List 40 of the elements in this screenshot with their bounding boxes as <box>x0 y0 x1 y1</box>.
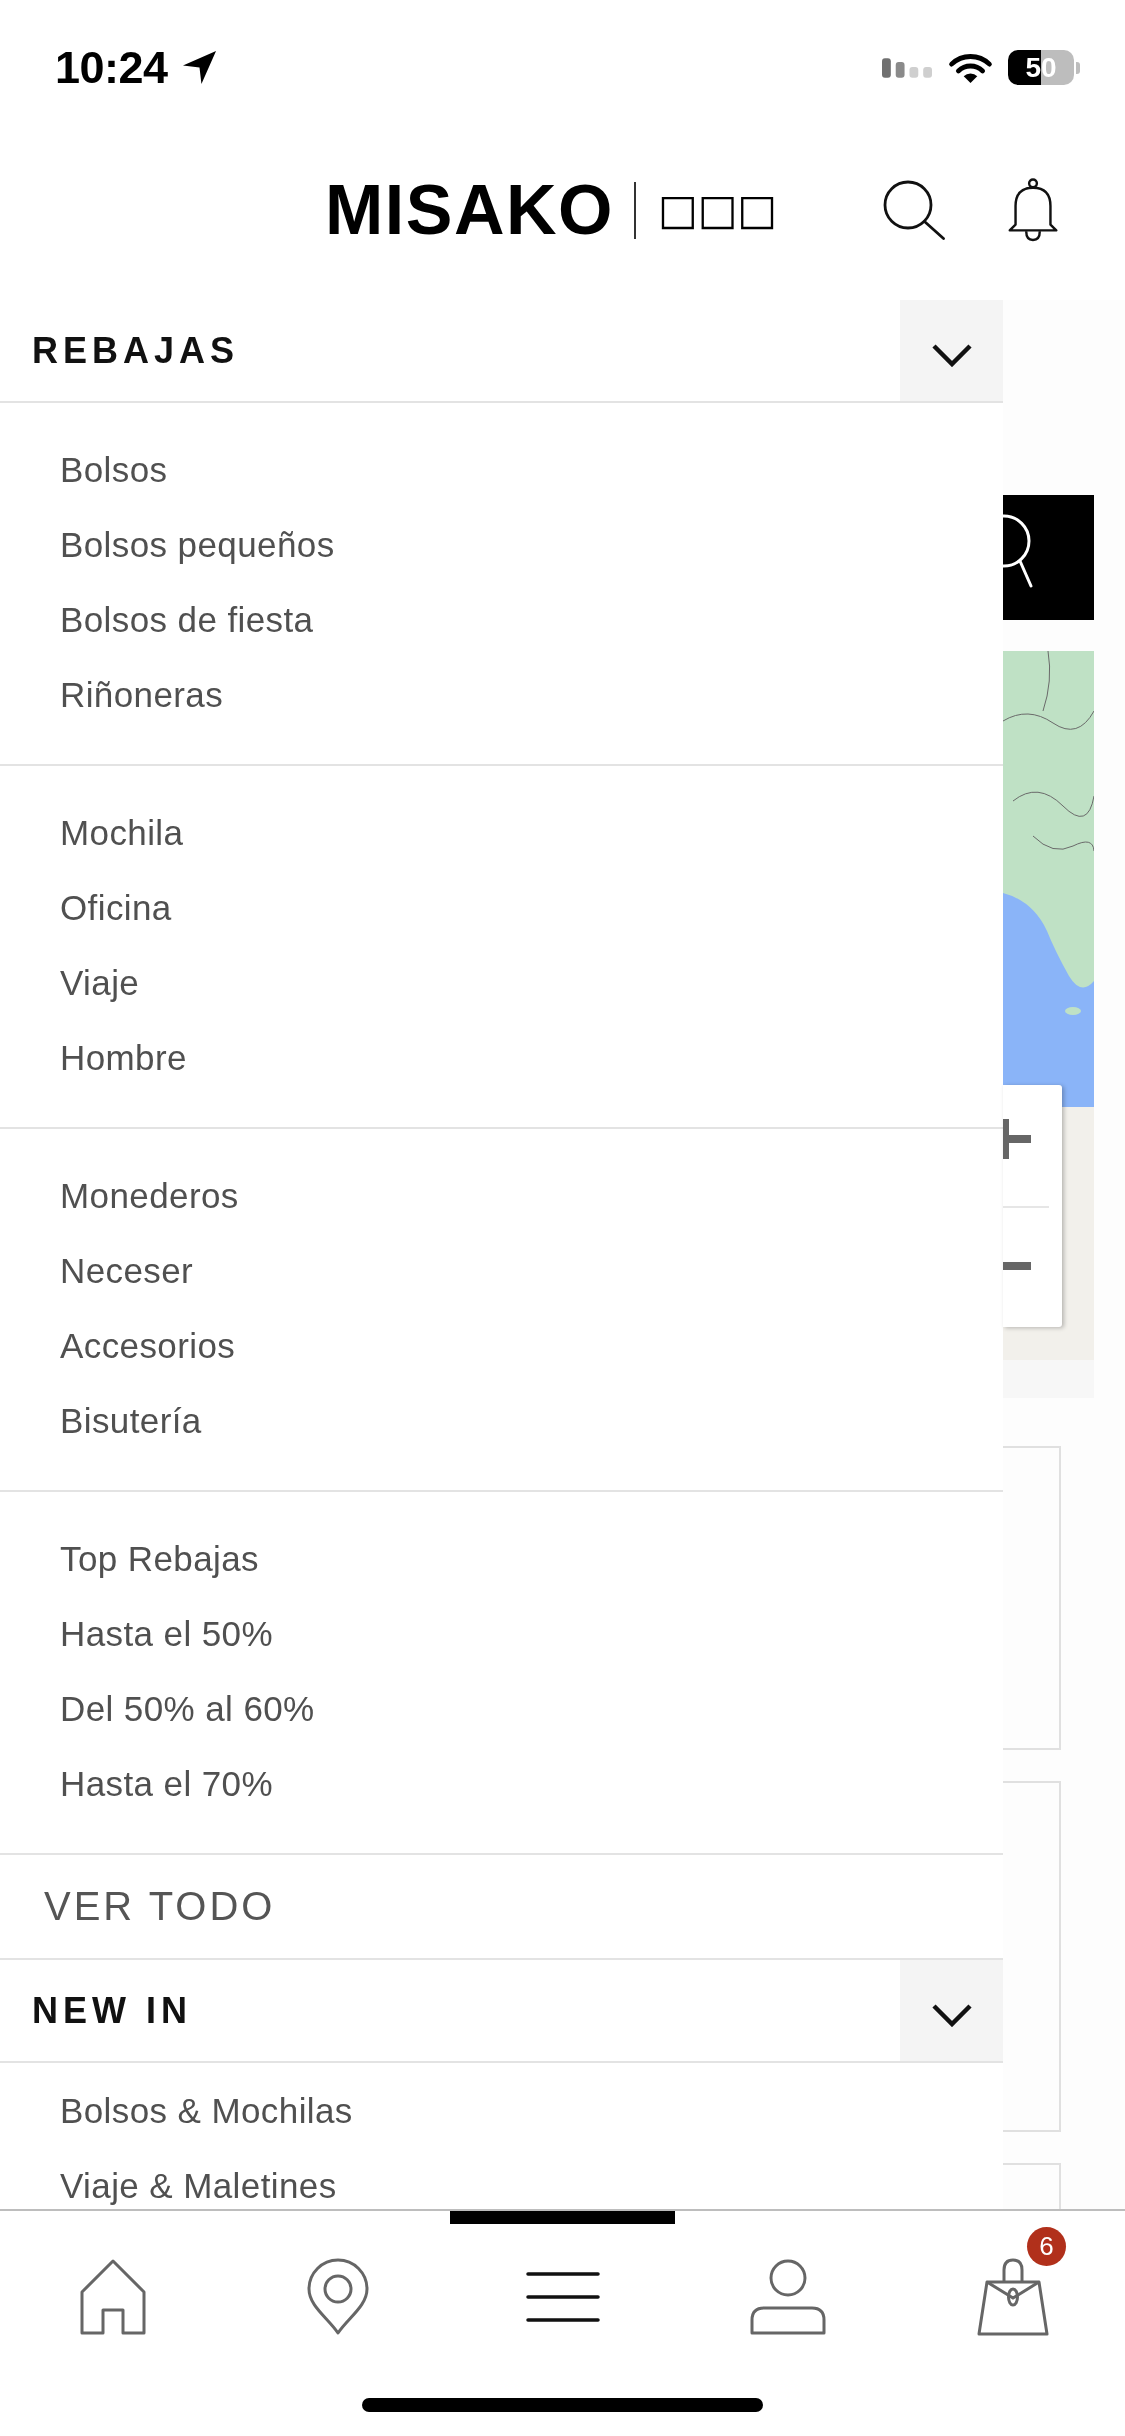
menu-item[interactable]: Hasta el 50% <box>60 1612 273 1655</box>
zoom-in-icon[interactable] <box>1003 1119 1031 1159</box>
menu-item[interactable]: Bolsos pequeños <box>60 523 335 566</box>
section-title[interactable]: REBAJAS <box>32 329 240 372</box>
cart-badge: 6 <box>1027 2227 1066 2266</box>
map-pin-icon[interactable] <box>306 2258 369 2336</box>
expand-button[interactable] <box>900 1960 1003 2061</box>
menu-item[interactable]: Viaje <box>60 961 140 1004</box>
menu-icon[interactable] <box>525 2272 600 2322</box>
menu-item[interactable]: Mochila <box>60 811 184 854</box>
battery-indicator: 50 <box>1008 50 1080 85</box>
signal-icon <box>882 57 933 78</box>
menu-item[interactable]: Neceser <box>60 1249 194 1292</box>
menu-item[interactable]: Hombre <box>60 1036 187 1079</box>
wifi-icon <box>948 51 993 84</box>
shopping-bag-icon[interactable] <box>976 2258 1049 2336</box>
expand-button[interactable] <box>900 300 1003 401</box>
status-time: 10:24 <box>55 45 168 90</box>
location-arrow-icon <box>181 50 217 85</box>
menu-item[interactable]: Oficina <box>60 886 172 929</box>
menu-item[interactable]: Bisutería <box>60 1399 202 1442</box>
menu-item[interactable]: Bolsos de fiesta <box>60 598 314 641</box>
search-icon[interactable] <box>883 180 945 240</box>
view-all-link[interactable]: VER TODO <box>44 1884 276 1929</box>
home-icon[interactable] <box>79 2259 146 2335</box>
bell-icon[interactable] <box>1007 178 1059 242</box>
menu-item[interactable]: Top Rebajas <box>60 1537 259 1580</box>
user-icon[interactable] <box>749 2259 826 2335</box>
menu-item[interactable]: Accesorios <box>60 1324 236 1367</box>
menu-item[interactable]: Hasta el 70% <box>60 1762 273 1805</box>
search-button[interactable] <box>1003 495 1094 620</box>
section-title[interactable]: NEW IN <box>32 1989 192 2032</box>
menu-item[interactable]: Bolsos <box>60 448 168 491</box>
menu-item[interactable]: Del 50% al 60% <box>60 1687 315 1730</box>
menu-item[interactable]: Riñoneras <box>60 673 224 716</box>
menu-item[interactable]: Viaje & Maletines <box>60 2164 337 2207</box>
menu-item[interactable]: Bolsos & Mochilas <box>60 2089 353 2132</box>
logo-subtitle: □□□ <box>658 189 778 231</box>
brand-logo[interactable]: MISAKO <box>325 175 614 245</box>
menu-item[interactable]: Monederos <box>60 1174 239 1217</box>
